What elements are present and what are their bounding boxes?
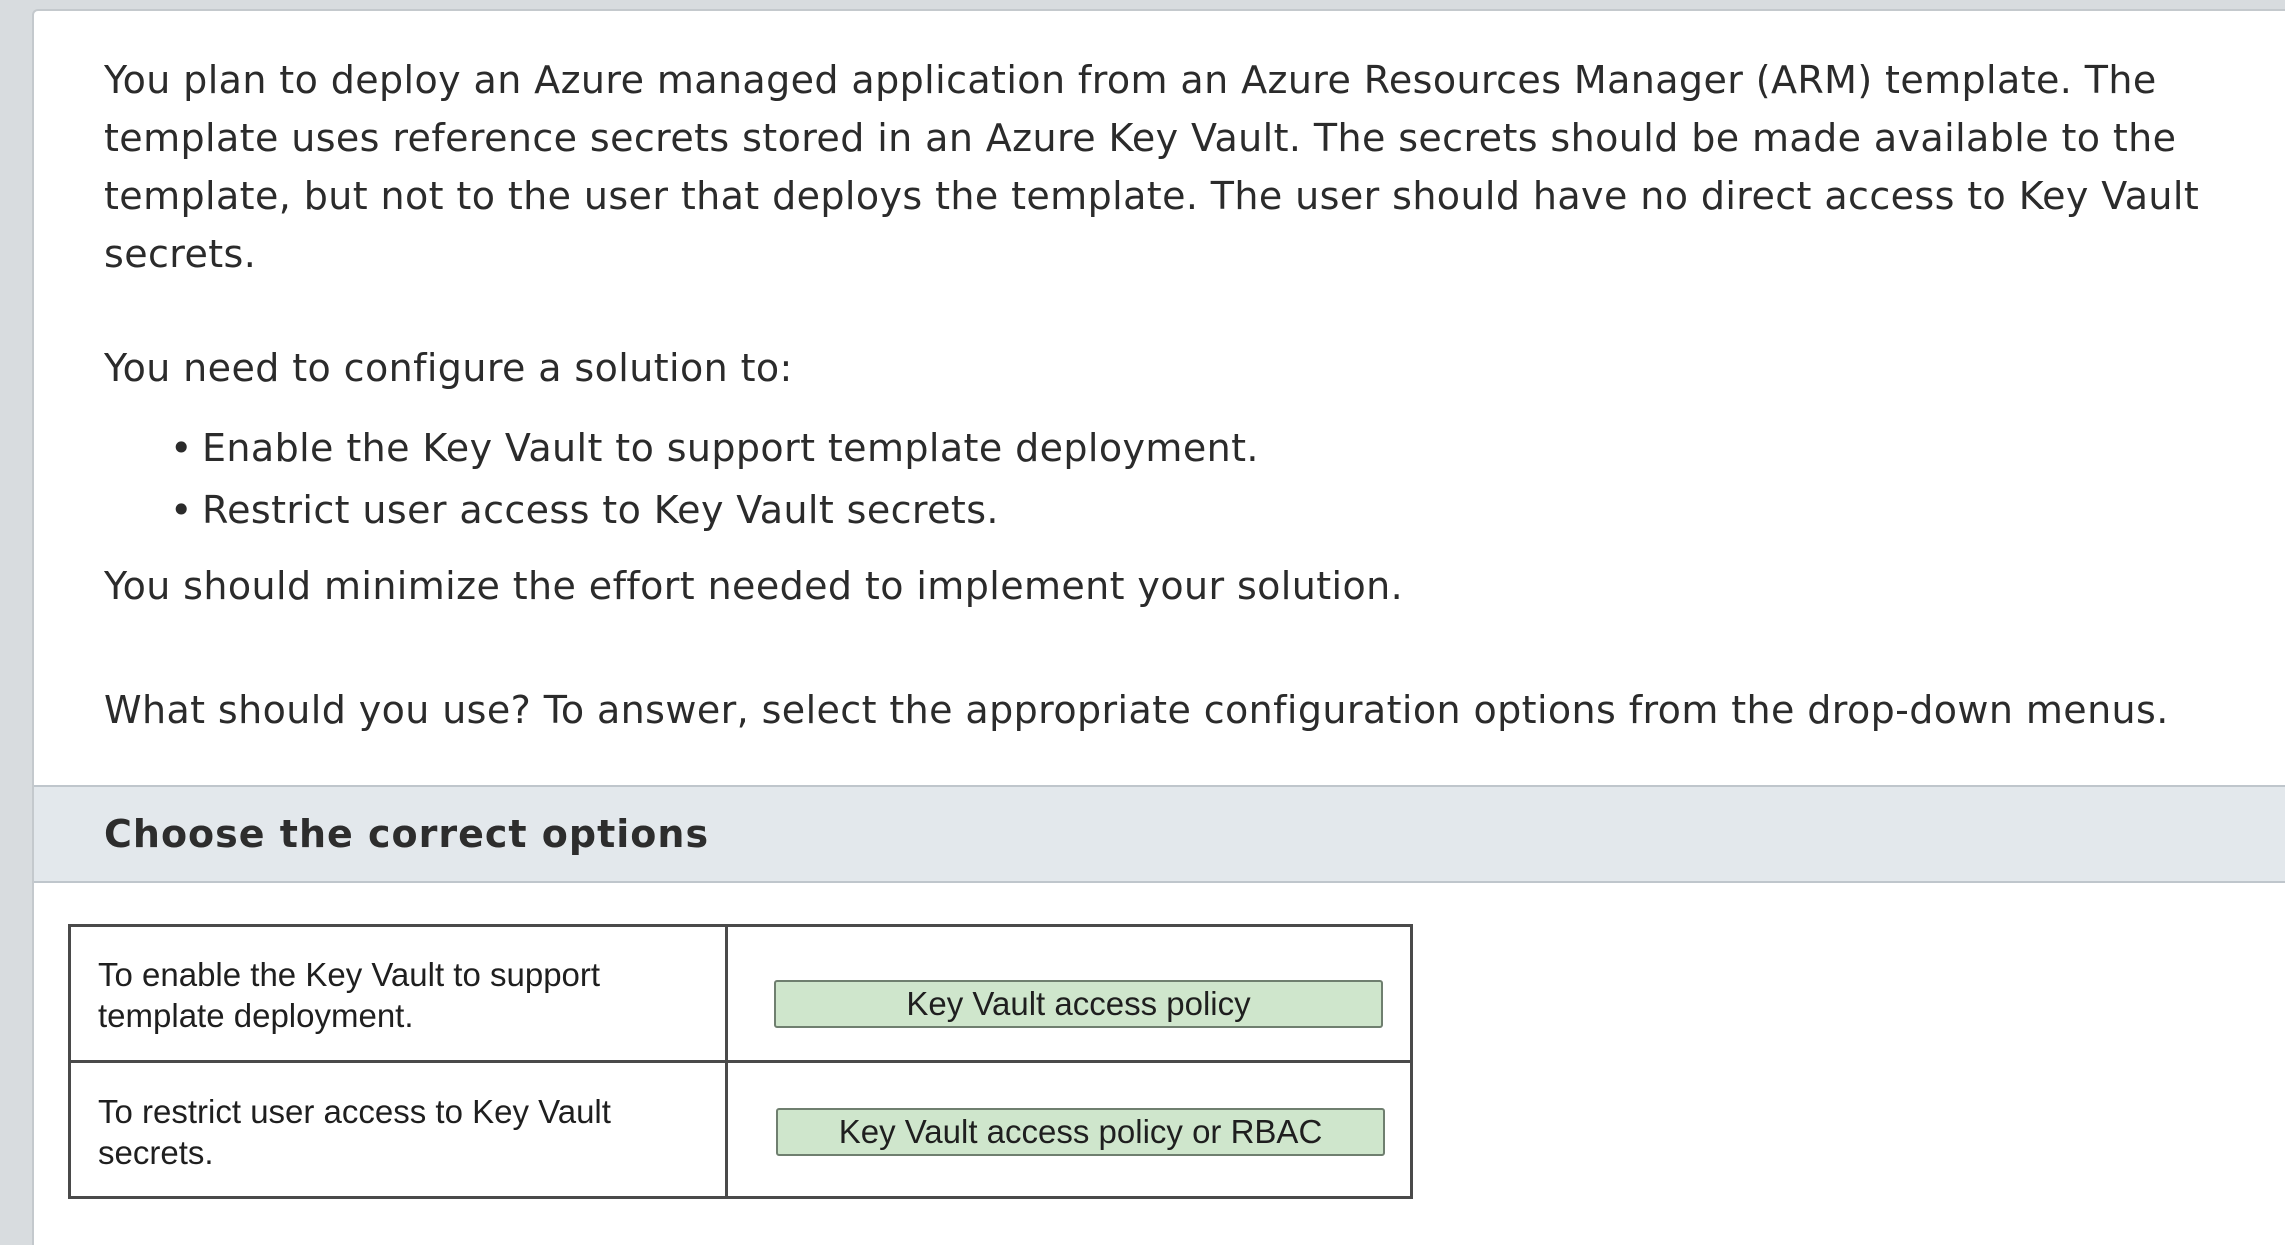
options-header: Choose the correct options <box>34 785 2285 883</box>
bullet-icon: • <box>170 488 193 532</box>
table-row: To enable the Key Vault to support templ… <box>71 927 1410 1063</box>
list-item: • Enable the Key Vault to support templa… <box>170 417 2274 479</box>
column-divider <box>725 927 728 1060</box>
question-paragraph-scenario: You plan to deploy an Azure managed appl… <box>104 58 2200 276</box>
row-label-line: To restrict user access to Key Vault <box>98 1093 611 1130</box>
table-row: To restrict user access to Key Vault sec… <box>71 1063 1410 1196</box>
bullet-icon: • <box>170 426 193 470</box>
options-title: Choose the correct options <box>104 812 710 856</box>
row-label-line: secrets. <box>98 1134 214 1171</box>
template-deployment-dropdown[interactable]: Key Vault access policy <box>774 980 1383 1028</box>
question-body: You plan to deploy an Azure managed appl… <box>104 51 2274 739</box>
row-label-line: template deployment. <box>98 997 414 1034</box>
requirements-list: • Enable the Key Vault to support templa… <box>104 417 2274 541</box>
column-divider <box>725 1063 728 1196</box>
question-paragraph-task: You need to configure a solution to: <box>104 346 793 390</box>
list-item-text: Restrict user access to Key Vault secret… <box>202 488 999 532</box>
row-label: To restrict user access to Key Vault sec… <box>98 1091 698 1173</box>
restrict-access-dropdown[interactable]: Key Vault access policy or RBAC <box>776 1108 1385 1156</box>
row-label: To enable the Key Vault to support templ… <box>98 954 698 1036</box>
list-item-text: Enable the Key Vault to support template… <box>202 426 1259 470</box>
question-paragraph-effort: You should minimize the effort needed to… <box>104 564 1404 608</box>
row-label-line: To enable the Key Vault to support <box>98 956 601 993</box>
question-panel: You plan to deploy an Azure managed appl… <box>32 9 2285 1245</box>
question-paragraph-instruction: What should you use? To answer, select t… <box>104 688 2169 732</box>
list-item: • Restrict user access to Key Vault secr… <box>170 479 2274 541</box>
answer-table: To enable the Key Vault to support templ… <box>68 924 1413 1199</box>
